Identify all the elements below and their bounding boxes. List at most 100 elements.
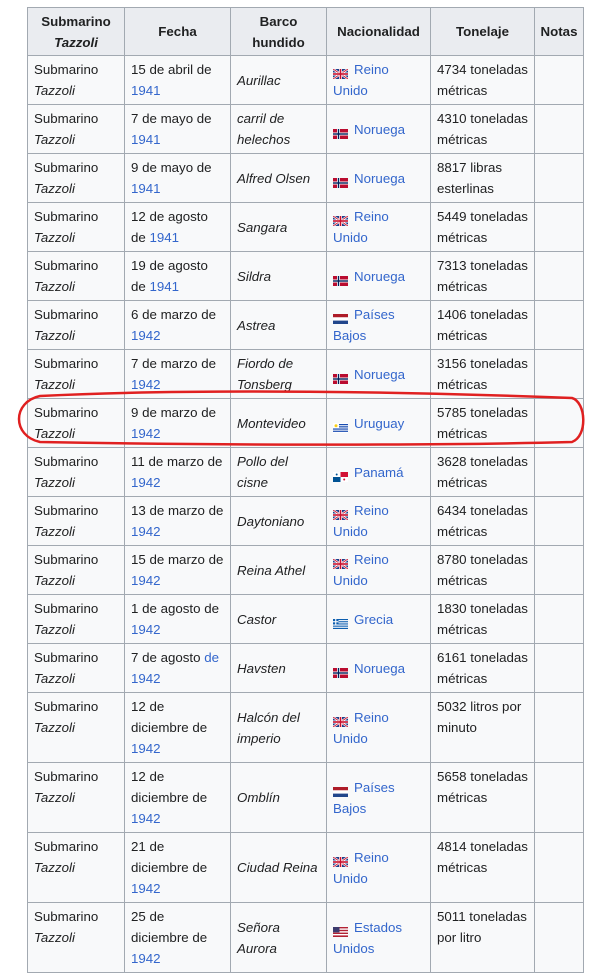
panama-flag-icon: [333, 467, 348, 482]
year-link[interactable]: 1941: [150, 279, 180, 294]
year-link[interactable]: 1941: [150, 230, 180, 245]
notes-cell: [534, 902, 584, 973]
submarine-cell: Submarino Tazzoli: [27, 398, 125, 448]
nationality-link[interactable]: Panamá: [354, 465, 404, 480]
nationality-cell: Estados Unidos: [326, 902, 431, 973]
ship-cell: Omblín: [230, 762, 327, 833]
ship-cell: carril de helechos: [230, 104, 327, 154]
header-submarine-label: Submarino: [41, 13, 111, 29]
greece-flag-icon: [333, 614, 348, 629]
uk-flag-icon: [332, 554, 349, 571]
header-tonnage[interactable]: Tonelaje: [430, 7, 535, 56]
year-link[interactable]: 1941: [131, 83, 161, 98]
date-cell: 21 de diciembre de 1942: [124, 832, 231, 903]
tonnage-cell: 5658 toneladas métricas: [430, 762, 535, 833]
ship-cell: Ciudad Reina: [230, 832, 327, 903]
notes-cell: [534, 447, 584, 497]
nationality-cell: Reino Unido: [326, 496, 431, 546]
nationality-link[interactable]: Grecia: [354, 612, 393, 627]
uruguay-flag-icon: [333, 418, 348, 433]
year-link[interactable]: 1942: [131, 328, 161, 343]
norway-flag-icon: [333, 271, 348, 286]
norway-flag-icon: [333, 124, 348, 139]
date-link[interactable]: de: [204, 650, 219, 665]
submarine-cell: Submarino Tazzoli: [27, 594, 125, 644]
submarine-label: Submarino: [34, 650, 99, 665]
notes-cell: [534, 496, 584, 546]
ship-cell: Alfred Olsen: [230, 153, 327, 203]
year-link[interactable]: 1942: [131, 741, 161, 756]
year-link[interactable]: 1942: [131, 881, 161, 896]
submarine-cell: Submarino Tazzoli: [27, 202, 125, 252]
nationality-link[interactable]: Noruega: [354, 171, 405, 186]
year-link[interactable]: 1941: [131, 132, 161, 147]
tonnage-cell: 4814 toneladas métricas: [430, 832, 535, 903]
notes-cell: [534, 349, 584, 399]
header-notes[interactable]: Notas: [534, 7, 584, 56]
nationality-cell: Reino Unido: [326, 832, 431, 903]
table-row: Submarino Tazzoli 21 de diciembre de 1942…: [27, 832, 584, 903]
tonnage-cell: 1830 toneladas métricas: [430, 594, 535, 644]
submarine-label: Submarino: [34, 405, 99, 420]
submarine-cell: Submarino Tazzoli: [27, 104, 125, 154]
nationality-link[interactable]: Noruega: [354, 269, 405, 284]
ship-cell: Sildra: [230, 251, 327, 301]
submarine-cell: Submarino Tazzoli: [27, 762, 125, 833]
submarine-name: Tazzoli: [34, 671, 75, 686]
year-link[interactable]: 1942: [131, 811, 161, 826]
table-row: Submarino Tazzoli 25 de diciembre de 1942…: [27, 902, 584, 973]
header-submarine-name: Tazzoli: [54, 34, 98, 50]
notes-cell: [534, 832, 584, 903]
submarine-label: Submarino: [34, 503, 99, 518]
ship-cell: Astrea: [230, 300, 327, 350]
uk-flag-icon: [332, 505, 349, 522]
nationality-link[interactable]: Uruguay: [354, 416, 404, 431]
notes-cell: [534, 104, 584, 154]
submarine-label: Submarino: [34, 258, 99, 273]
submarine-cell: Submarino Tazzoli: [27, 300, 125, 350]
year-link[interactable]: 1941: [131, 181, 161, 196]
year-link[interactable]: 1942: [131, 671, 161, 686]
year-link[interactable]: 1942: [131, 622, 161, 637]
ship-cell: Aurillac: [230, 55, 327, 105]
netherlands-flag-icon: [333, 782, 348, 797]
submarine-label: Submarino: [34, 552, 99, 567]
date-cell: 25 de diciembre de 1942: [124, 902, 231, 973]
year-link[interactable]: 1942: [131, 475, 161, 490]
notes-cell: [534, 545, 584, 595]
table-body: Submarino Tazzoli 15 de abril de 1941 Aur…: [27, 55, 584, 973]
ship-cell: Pollo del cisne: [230, 447, 327, 497]
table-row: Submarino Tazzoli 1 de agosto de 1942 Cas…: [27, 594, 584, 644]
date-cell: 7 de agosto de 1942: [124, 643, 231, 693]
submarine-cell: Submarino Tazzoli: [27, 251, 125, 301]
nationality-cell: Reino Unido: [326, 545, 431, 595]
nationality-link[interactable]: Noruega: [354, 661, 405, 676]
year-link[interactable]: 1942: [131, 524, 161, 539]
header-date[interactable]: Fecha: [124, 7, 231, 56]
header-ship[interactable]: Barco hundido: [230, 7, 327, 56]
submarine-name: Tazzoli: [34, 622, 75, 637]
header-nationality[interactable]: Nacionalidad: [326, 7, 431, 56]
table-row: Submarino Tazzoli 19 de agosto de 1941 Si…: [27, 251, 584, 301]
year-link[interactable]: 1942: [131, 573, 161, 588]
submarine-name: Tazzoli: [34, 181, 75, 196]
submarine-name: Tazzoli: [34, 860, 75, 875]
nationality-link[interactable]: Noruega: [354, 367, 405, 382]
submarine-cell: Submarino Tazzoli: [27, 692, 125, 763]
submarine-label: Submarino: [34, 769, 99, 784]
date-cell: 15 de marzo de 1942: [124, 545, 231, 595]
notes-cell: [534, 594, 584, 644]
year-link[interactable]: 1942: [131, 377, 161, 392]
submarine-cell: Submarino Tazzoli: [27, 545, 125, 595]
table-row: Submarino Tazzoli 15 de marzo de 1942 Rei…: [27, 545, 584, 595]
submarine-name: Tazzoli: [34, 720, 75, 735]
nationality-cell: Grecia: [326, 594, 431, 644]
date-cell: 7 de marzo de 1942: [124, 349, 231, 399]
year-link[interactable]: 1942: [131, 426, 161, 441]
tonnage-cell: 8780 toneladas métricas: [430, 545, 535, 595]
table-row: Submarino Tazzoli 9 de marzo de 1942 Mont…: [27, 398, 584, 448]
nationality-link[interactable]: Noruega: [354, 122, 405, 137]
year-link[interactable]: 1942: [131, 951, 161, 966]
submarine-name: Tazzoli: [34, 230, 75, 245]
notes-cell: [534, 202, 584, 252]
